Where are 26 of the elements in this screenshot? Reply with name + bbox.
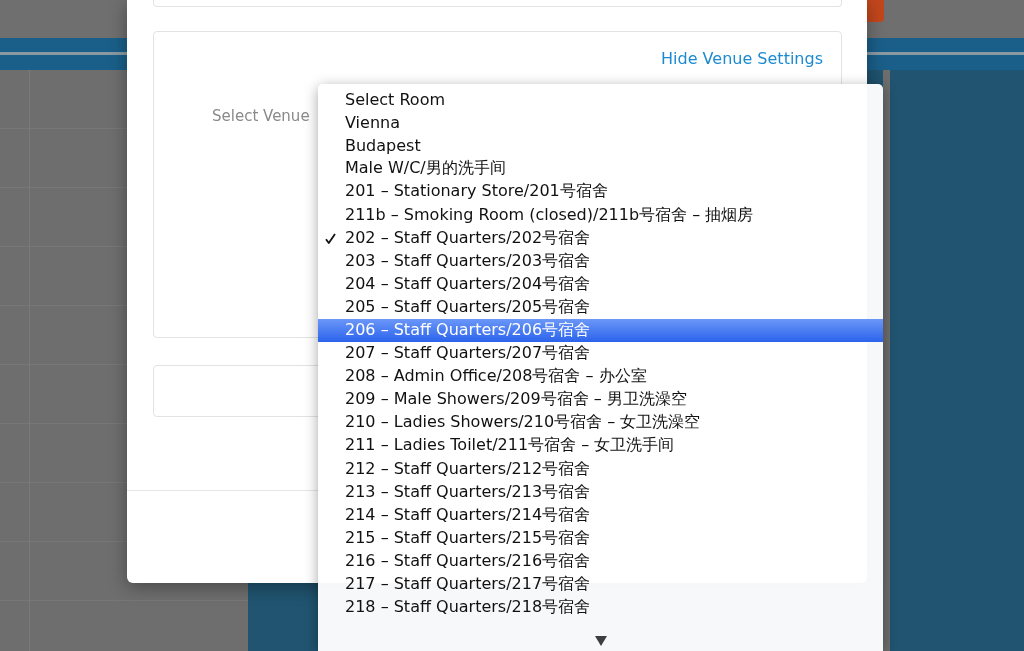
dropdown-option[interactable]: 211b – Smoking Room (closed)/211b号宿舍 – 抽烟房 <box>318 203 883 227</box>
scroll-down-icon[interactable] <box>594 636 607 646</box>
dropdown-option[interactable]: Male W/C/男的洗手间 <box>318 157 883 181</box>
hide-venue-settings-link[interactable]: Hide Venue Settings <box>661 49 823 69</box>
venue-label: Select Venue <box>212 106 310 126</box>
dropdown-option[interactable]: 214 – Staff Quarters/214号宿舍 <box>318 503 883 527</box>
dropdown-option[interactable]: 201 – Stationary Store/201号宿舍 <box>318 180 883 204</box>
dropdown-option[interactable]: 203 – Staff Quarters/203号宿舍 <box>318 249 883 273</box>
dropdown-option[interactable]: 212 – Staff Quarters/212号宿舍 <box>318 457 883 481</box>
dropdown-option[interactable]: 202 – Staff Quarters/202号宿舍 <box>318 226 883 250</box>
dropdown-option[interactable]: 204 – Staff Quarters/204号宿舍 <box>318 272 883 296</box>
dropdown-option[interactable]: Budapest <box>318 134 883 158</box>
dropdown-option[interactable]: 211 – Ladies Toilet/211号宿舍 – 女卫洗手间 <box>318 434 883 458</box>
dropdown-option[interactable]: Vienna <box>318 111 883 135</box>
dropdown-option[interactable]: 206 – Staff Quarters/206号宿舍 <box>318 318 883 343</box>
dropdown-option[interactable]: 207 – Staff Quarters/207号宿舍 <box>318 342 883 366</box>
dropdown-option[interactable]: 216 – Staff Quarters/216号宿舍 <box>318 549 883 573</box>
dropdown-option[interactable]: 217 – Staff Quarters/217号宿舍 <box>318 572 883 597</box>
dropdown-option[interactable]: 208 – Admin Office/208号宿舍 – 办公室 <box>318 365 883 389</box>
dropdown-option[interactable]: 213 – Staff Quarters/213号宿舍 <box>318 480 883 504</box>
dropdown-option[interactable]: 209 – Male Showers/209号宿舍 – 男卫洗澡空 <box>318 388 883 412</box>
dropdown-option[interactable]: 215 – Staff Quarters/215号宿舍 <box>318 526 883 550</box>
dropdown-option[interactable]: 205 – Staff Quarters/205号宿舍 <box>318 295 883 319</box>
dropdown-option[interactable]: 218 – Staff Quarters/218号宿舍 <box>318 596 883 620</box>
dropdown-option[interactable]: Select Room <box>318 88 883 112</box>
dropdown-option[interactable]: 210 – Ladies Showers/210号宿舍 – 女卫洗澡空 <box>318 411 883 435</box>
